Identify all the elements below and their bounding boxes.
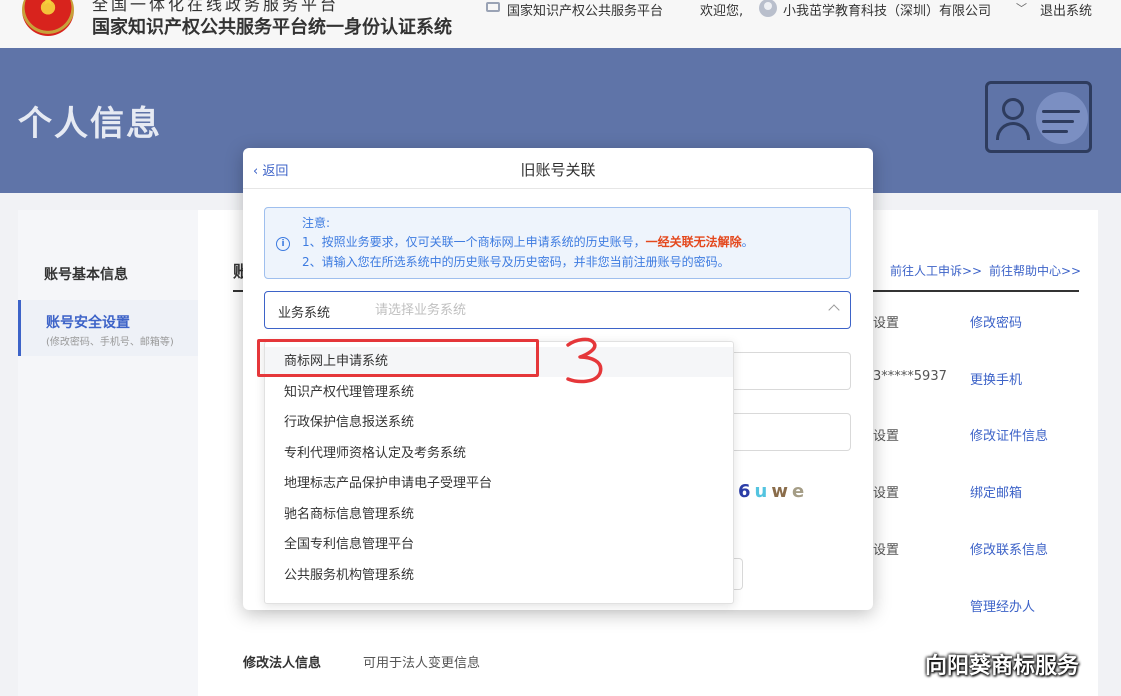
national-emblem-icon: ★ bbox=[22, 0, 74, 36]
modal-divider bbox=[243, 188, 873, 189]
avatar[interactable] bbox=[759, 0, 777, 17]
highlight-box bbox=[257, 339, 539, 377]
row-status: 设置 bbox=[873, 316, 900, 331]
help-center-link[interactable]: 前往帮助中心>> bbox=[989, 262, 1081, 279]
option-famous-trademark[interactable]: 驰名商标信息管理系统 bbox=[265, 500, 733, 530]
row-status: 设置 bbox=[873, 486, 900, 501]
notice-text: 1、按照业务要求，仅可关联一个商标网上申请系统的历史账号， bbox=[302, 235, 646, 249]
option-ip-agency[interactable]: 知识产权代理管理系统 bbox=[265, 378, 733, 408]
chevron-left-icon: ‹ bbox=[253, 164, 263, 179]
back-label: 返回 bbox=[262, 164, 289, 179]
logout-link[interactable]: 退出系统 bbox=[1040, 0, 1092, 19]
change-phone-link[interactable]: 更换手机 bbox=[970, 369, 1022, 388]
captcha-char: 6 bbox=[738, 481, 755, 502]
option-public-service-org[interactable]: 公共服务机构管理系统 bbox=[265, 561, 733, 591]
welcome-text: 欢迎您, bbox=[700, 4, 744, 19]
notice-line-2: 2、请输入您在所选系统中的历史账号及历史密码，并非您当前注册账号的密码。 bbox=[302, 255, 730, 269]
manual-appeal-link[interactable]: 前往人工申诉>> bbox=[890, 262, 982, 279]
legal-person-desc: 可用于法人变更信息 bbox=[363, 656, 481, 671]
account-field[interactable] bbox=[733, 352, 851, 390]
platform-link[interactable]: 国家知识产权公共服务平台 bbox=[507, 0, 663, 19]
notice-line-1: 1、按照业务要求，仅可关联一个商标网上申请系统的历史账号，一经关联无法解除。 bbox=[302, 233, 754, 250]
business-system-label: 业务系统 bbox=[278, 306, 331, 321]
sidebar-item-basic-info[interactable]: 账号基本信息 bbox=[44, 264, 128, 284]
business-system-dropdown: 商标网上申请系统 知识产权代理管理系统 行政保护信息报送系统 专利代理师资格认定… bbox=[264, 341, 734, 604]
option-patent-info[interactable]: 全国专利信息管理平台 bbox=[265, 530, 733, 560]
sidebar-item-security[interactable]: 账号安全设置 (修改密码、手机号、邮箱等) bbox=[18, 300, 198, 356]
sidebar-item-sublabel: (修改密码、手机号、邮箱等) bbox=[46, 337, 174, 348]
site-title: 国家知识产权公共服务平台统一身份认证系统 bbox=[92, 17, 452, 38]
captcha-image[interactable]: 6uwe bbox=[738, 481, 808, 502]
notice-warning: 一经关联无法解除 bbox=[645, 235, 742, 249]
option-geo-indication[interactable]: 地理标志产品保护申请电子受理平台 bbox=[265, 469, 733, 499]
top-header: ★ 全国一体化在线政务服务平台 国家知识产权公共服务平台统一身份认证系统 国家知… bbox=[0, 0, 1121, 48]
notice-title: 注意: bbox=[302, 216, 331, 230]
bind-email-link[interactable]: 绑定邮箱 bbox=[970, 482, 1022, 501]
sidebar: 账号基本信息 账号安全设置 (修改密码、手机号、邮箱等) bbox=[18, 210, 198, 696]
company-name[interactable]: 小我茁学教育科技（深圳）有限公司 bbox=[783, 0, 991, 19]
notice-text: 。 bbox=[741, 235, 754, 249]
chevron-down-icon[interactable]: ﹀ bbox=[1016, 0, 1027, 16]
modal-title: 旧账号关联 bbox=[520, 161, 596, 179]
monitor-icon bbox=[486, 2, 500, 12]
option-admin-protection[interactable]: 行政保护信息报送系统 bbox=[265, 408, 733, 438]
row-status: 3*****5937 bbox=[873, 369, 947, 384]
change-password-link[interactable]: 修改密码 bbox=[970, 312, 1022, 331]
sidebar-item-label: 账号安全设置 bbox=[46, 315, 130, 331]
id-card-icon bbox=[985, 81, 1092, 153]
business-system-input[interactable] bbox=[375, 297, 815, 323]
password-field[interactable] bbox=[733, 413, 851, 451]
edit-contact-link[interactable]: 修改联系信息 bbox=[970, 539, 1048, 558]
manage-agent-link[interactable]: 管理经办人 bbox=[970, 596, 1035, 615]
edit-id-info-link[interactable]: 修改证件信息 bbox=[970, 425, 1048, 444]
page-title: 个人信息 bbox=[18, 104, 162, 144]
info-icon: i bbox=[276, 237, 290, 251]
captcha-char: u bbox=[754, 481, 772, 502]
legal-person-title: 修改法人信息 bbox=[243, 656, 322, 671]
step-annotation: 3 bbox=[566, 337, 603, 384]
chevron-up-icon[interactable] bbox=[828, 304, 840, 316]
business-system-select[interactable]: 业务系统 bbox=[264, 291, 851, 329]
option-patent-agent-exam[interactable]: 专利代理师资格认定及考务系统 bbox=[265, 439, 733, 469]
captcha-char: w bbox=[771, 481, 792, 502]
notice-box: i 注意: 1、按照业务要求，仅可关联一个商标网上申请系统的历史账号，一经关联无… bbox=[264, 207, 851, 279]
back-button[interactable]: ‹ 返回 bbox=[253, 160, 288, 179]
watermark: 向阳葵商标服务 bbox=[925, 654, 1080, 679]
row-status: 设置 bbox=[873, 543, 900, 558]
captcha-char: e bbox=[792, 481, 809, 502]
row-status: 设置 bbox=[873, 429, 900, 444]
